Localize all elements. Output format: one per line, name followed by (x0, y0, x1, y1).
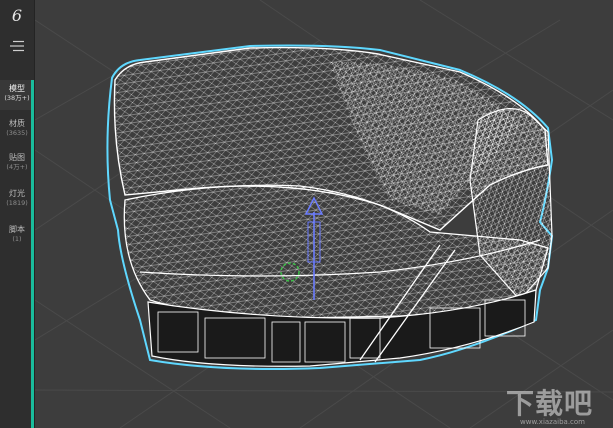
viewport-scene (35, 0, 613, 428)
sidebar-item-label: 贴图 (9, 153, 25, 162)
app-logo[interactable]: 6 (0, 6, 34, 26)
sidebar-item-models[interactable]: 模型 (38万+) (0, 80, 34, 110)
sidebar-item-count: (1) (12, 235, 22, 243)
sidebar-item-count: (1819) (6, 199, 28, 207)
sidebar-item-scripts[interactable]: 脚本 (1) (0, 224, 34, 244)
sidebar-item-textures[interactable]: 贴图 (4万+) (0, 152, 34, 172)
sidebar-item-materials[interactable]: 材质 (3635) (0, 118, 34, 138)
3d-viewport[interactable]: 下载吧 www.xiazaiba.com (35, 0, 613, 428)
active-accent-bar (31, 80, 34, 428)
sidebar-item-label: 材质 (9, 119, 25, 128)
sidebar-item-count: (4万+) (6, 163, 28, 171)
sidebar-item-label: 灯光 (9, 189, 25, 198)
watermark-url: www.xiazaiba.com (520, 418, 585, 426)
sidebar-item-count: (38万+) (4, 94, 30, 102)
sidebar-item-lights[interactable]: 灯光 (1819) (0, 188, 34, 208)
sidebar-item-label: 模型 (9, 84, 25, 93)
menu-icon[interactable] (9, 40, 25, 52)
sidebar: 6 模型 (38万+) 材质 (3635) 贴图 (4万+) 灯光 (1819)… (0, 0, 35, 428)
watermark-logo: 下载吧 (505, 387, 593, 420)
sidebar-item-label: 脚本 (9, 225, 25, 234)
sidebar-item-count: (3635) (6, 129, 28, 137)
